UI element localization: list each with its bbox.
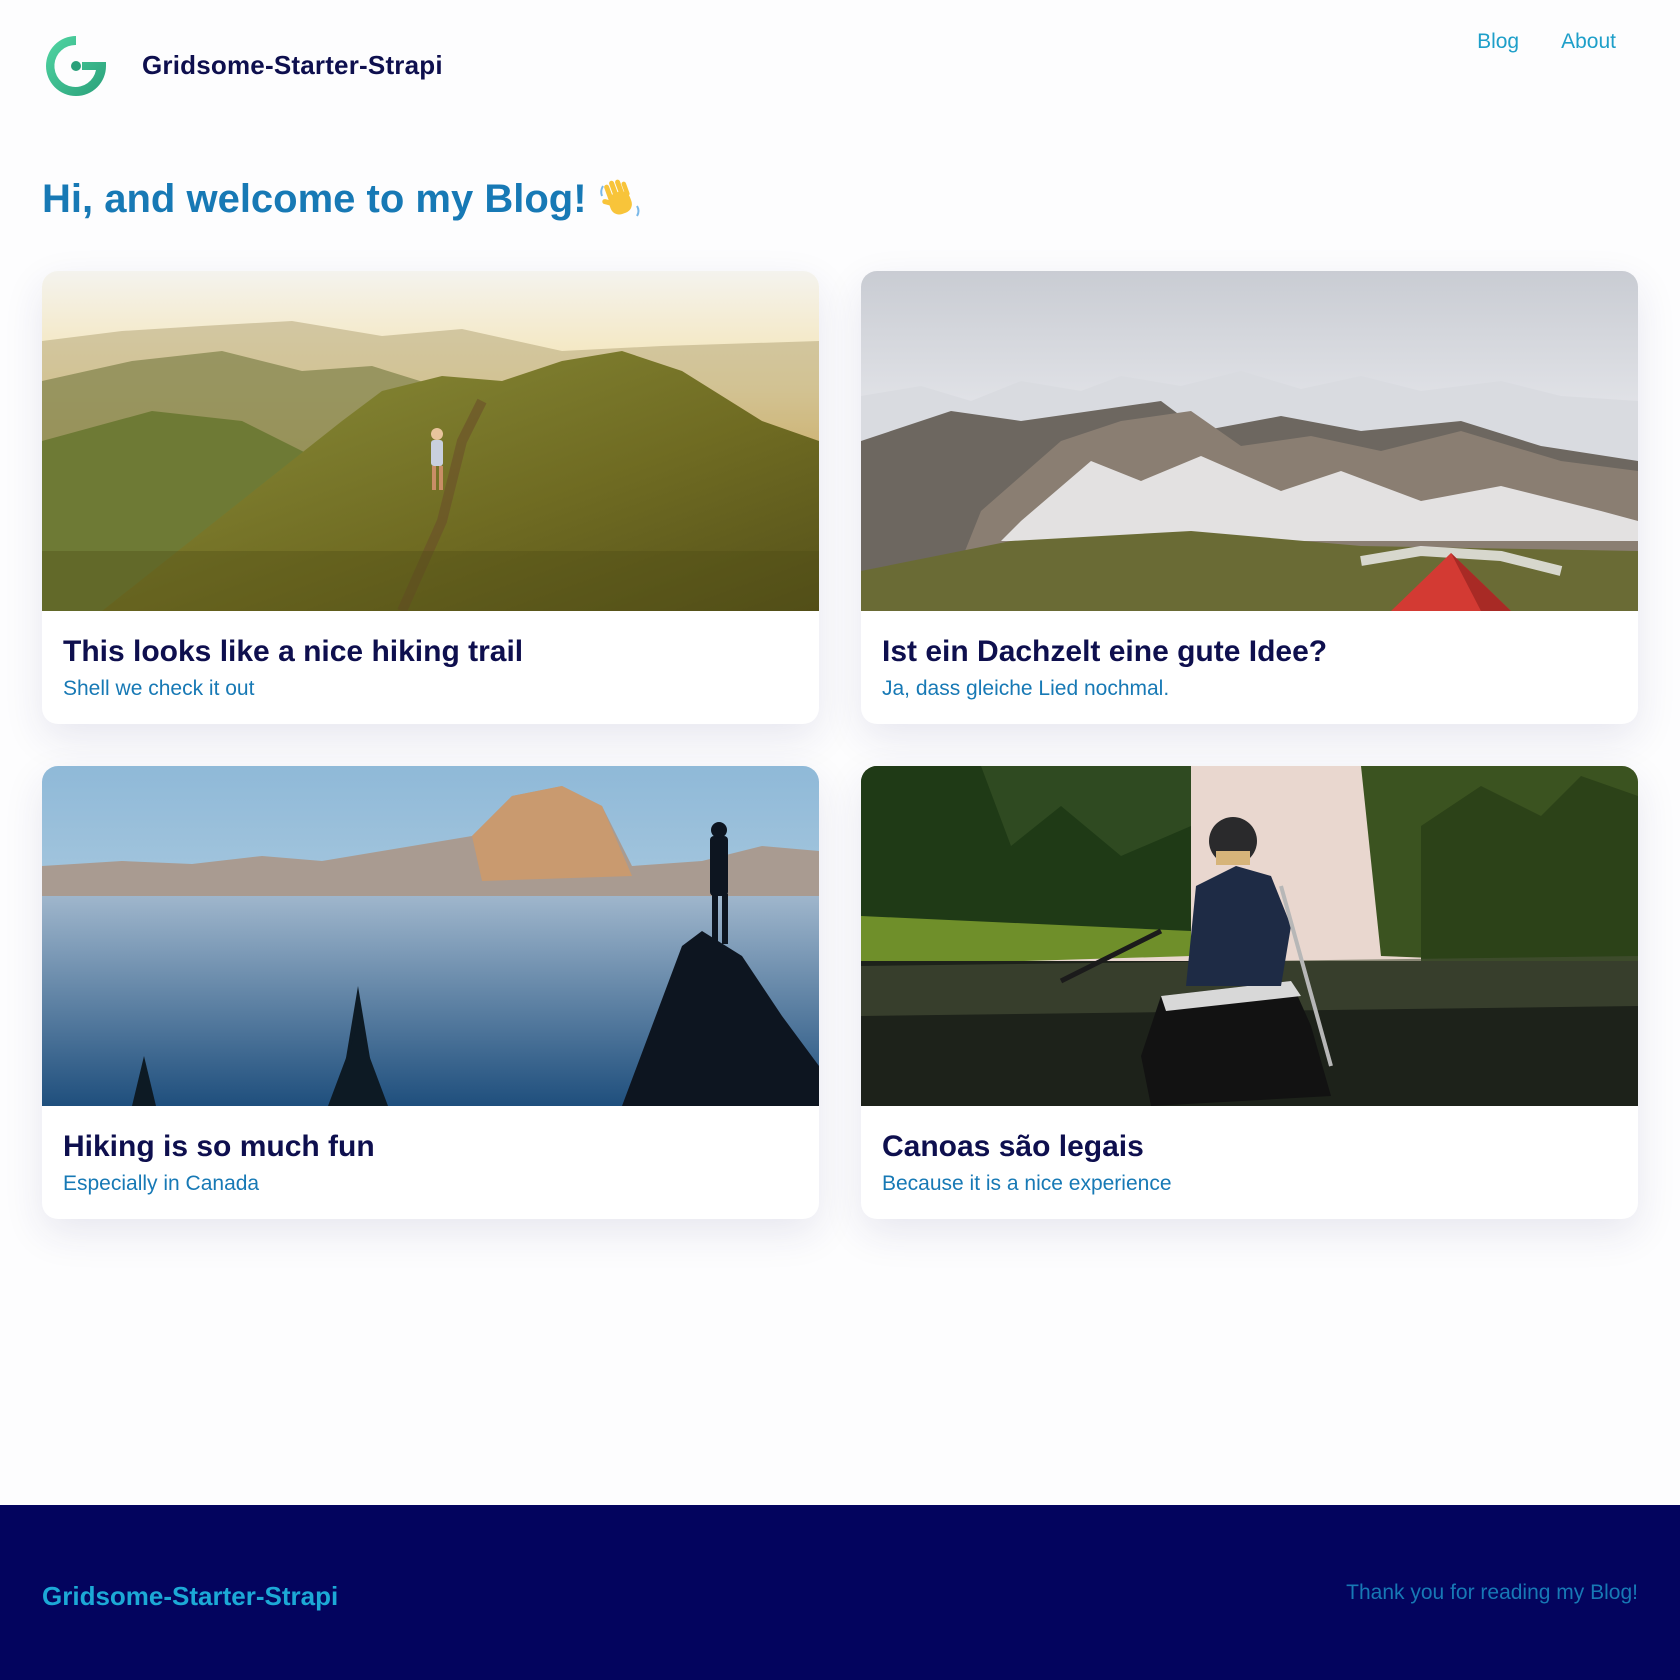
post-card-body: This looks like a nice hiking trail Shel… xyxy=(42,611,819,703)
post-description: Shell we check it out xyxy=(63,677,255,700)
post-card[interactable]: Ist ein Dachzelt eine gute Idee? Ja, das… xyxy=(861,271,1638,724)
gridsome-logo-icon[interactable] xyxy=(42,32,110,100)
snowy-mountains-tent-image[interactable] xyxy=(861,271,1638,611)
nav-link-about[interactable]: About xyxy=(1561,30,1616,54)
post-card-body: Ist ein Dachzelt eine gute Idee? Ja, das… xyxy=(861,611,1638,703)
footer-note: Thank you for reading my Blog! xyxy=(1346,1581,1638,1604)
half-dome-fog-image[interactable] xyxy=(42,766,819,1106)
site-title[interactable]: Gridsome-Starter-Strapi xyxy=(142,50,443,81)
post-description: Because it is a nice experience xyxy=(882,1172,1172,1195)
post-title[interactable]: Hiking is so much fun xyxy=(63,1128,798,1166)
river-canoe-image[interactable] xyxy=(861,766,1638,1106)
waving-hand-icon xyxy=(597,176,643,222)
site-header: Gridsome-Starter-Strapi Blog About xyxy=(0,0,1680,140)
post-description: Especially in Canada xyxy=(63,1172,260,1195)
post-card[interactable]: Hiking is so much fun Especially in Cana… xyxy=(42,766,819,1219)
footer-site-title[interactable]: Gridsome-Starter-Strapi xyxy=(42,1581,338,1612)
posts-grid: This looks like a nice hiking trail Shel… xyxy=(42,271,1638,1219)
intro-heading-text: Hi, and welcome to my Blog! xyxy=(42,176,587,221)
main-nav: Blog About xyxy=(1477,30,1616,54)
site-footer: Gridsome-Starter-Strapi Thank you for re… xyxy=(0,1505,1680,1680)
post-card[interactable]: Canoas são legais Because it is a nice e… xyxy=(861,766,1638,1219)
post-card-body: Hiking is so much fun Especially in Cana… xyxy=(42,1106,819,1198)
nav-link-blog[interactable]: Blog xyxy=(1477,30,1519,54)
post-card-body: Canoas são legais Because it is a nice e… xyxy=(861,1106,1638,1198)
post-title[interactable]: Canoas são legais xyxy=(882,1128,1617,1166)
intro-heading: Hi, and welcome to my Blog! xyxy=(42,176,643,222)
post-description: Ja, dass gleiche Lied nochmal. xyxy=(882,677,1170,700)
post-title[interactable]: This looks like a nice hiking trail xyxy=(63,633,798,671)
post-card[interactable]: This looks like a nice hiking trail Shel… xyxy=(42,271,819,724)
mountain-ridge-hiker-image[interactable] xyxy=(42,271,819,611)
post-title[interactable]: Ist ein Dachzelt eine gute Idee? xyxy=(882,633,1617,671)
